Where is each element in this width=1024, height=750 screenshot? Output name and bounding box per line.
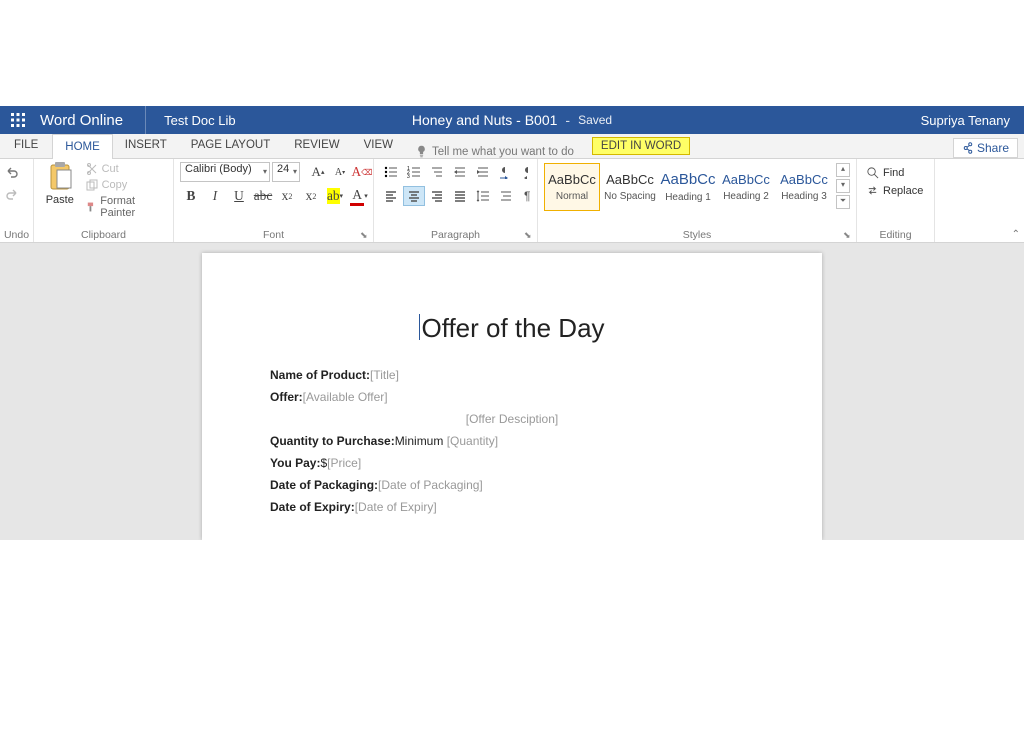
- font-name-select[interactable]: Calibri (Body)▾: [180, 162, 270, 182]
- copy-icon: [86, 179, 98, 191]
- tab-view[interactable]: VIEW: [352, 133, 405, 158]
- collapse-ribbon-button[interactable]: ⌃: [1012, 229, 1020, 240]
- paste-button[interactable]: Paste: [40, 162, 80, 206]
- style-heading3[interactable]: AaBbCcHeading 3: [776, 163, 832, 211]
- group-label-font: Font: [174, 229, 373, 241]
- document-heading[interactable]: Offer of the Day: [270, 313, 754, 344]
- undo-icon[interactable]: [4, 163, 20, 179]
- styles-up-button[interactable]: ▴: [836, 163, 850, 177]
- paintbrush-icon: [86, 201, 97, 213]
- highlight-button[interactable]: ab▾: [324, 186, 346, 206]
- share-icon: [962, 142, 974, 154]
- ribbon-tabs: FILE HOME INSERT PAGE LAYOUT REVIEW VIEW…: [0, 134, 1024, 159]
- document-title: Honey and Nuts - B001: [412, 112, 558, 128]
- decrease-indent-button[interactable]: [449, 162, 471, 182]
- group-label-paragraph: Paragraph: [374, 229, 537, 241]
- font-size-select[interactable]: 24▾: [272, 162, 300, 182]
- subscript-button[interactable]: x2: [276, 186, 298, 206]
- font-color-button[interactable]: A▾: [348, 186, 370, 206]
- share-button[interactable]: Share: [953, 138, 1018, 158]
- line-spacing-button[interactable]: [472, 186, 494, 206]
- clear-formatting-button[interactable]: A⌫: [352, 162, 372, 182]
- svg-text:3: 3: [407, 174, 410, 179]
- save-status: Saved: [578, 113, 612, 127]
- tab-home[interactable]: HOME: [52, 134, 113, 159]
- bold-button[interactable]: B: [180, 186, 202, 206]
- tab-insert[interactable]: INSERT: [113, 133, 179, 158]
- cut-button[interactable]: Cut: [84, 162, 167, 176]
- style-heading2[interactable]: AaBbCcHeading 2: [718, 163, 774, 211]
- paragraph-mark-button[interactable]: ¶: [518, 186, 540, 206]
- special-indent-button[interactable]: [495, 186, 517, 206]
- styles-dialog-launcher[interactable]: ⬊: [843, 230, 853, 240]
- italic-button[interactable]: I: [204, 186, 226, 206]
- edit-in-word-button[interactable]: EDIT IN WORD: [592, 137, 690, 155]
- scissors-icon: [86, 163, 98, 175]
- numbering-button[interactable]: 123: [403, 162, 425, 182]
- underline-button[interactable]: U: [228, 186, 250, 206]
- styles-more-button[interactable]: ⏷: [836, 195, 850, 209]
- tell-me-search[interactable]: Tell me what you want to do: [405, 145, 584, 158]
- app-brand[interactable]: Word Online: [36, 106, 146, 134]
- replace-icon: [866, 184, 879, 197]
- search-icon: [866, 166, 879, 179]
- copy-button[interactable]: Copy: [84, 178, 167, 192]
- page[interactable]: Offer of the Day Name of Product:[Title]…: [202, 253, 822, 540]
- library-name[interactable]: Test Doc Lib: [146, 113, 254, 128]
- group-label-editing: Editing: [857, 229, 934, 241]
- document-canvas[interactable]: Offer of the Day Name of Product:[Title]…: [0, 243, 1024, 540]
- style-normal[interactable]: AaBbCcNormal: [544, 163, 600, 211]
- grow-font-button[interactable]: A▴: [308, 162, 328, 182]
- justify-button[interactable]: [449, 186, 471, 206]
- align-left-button[interactable]: [380, 186, 402, 206]
- bullets-button[interactable]: [380, 162, 402, 182]
- strikethrough-button[interactable]: abc: [252, 186, 274, 206]
- ltr-button[interactable]: [495, 162, 517, 182]
- ribbon: Undo Paste Cut Copy Format Painter Clipb…: [0, 159, 1024, 243]
- svg-text:¶: ¶: [524, 189, 530, 203]
- increase-indent-button[interactable]: [472, 162, 494, 182]
- tab-page-layout[interactable]: PAGE LAYOUT: [179, 133, 282, 158]
- group-label-clipboard: Clipboard: [34, 229, 173, 241]
- group-label-styles: Styles: [538, 229, 856, 241]
- user-name[interactable]: Supriya Tenany: [921, 113, 1024, 128]
- rtl-button[interactable]: [518, 162, 540, 182]
- tab-file[interactable]: FILE: [0, 133, 52, 158]
- superscript-button[interactable]: x2: [300, 186, 322, 206]
- align-right-button[interactable]: [426, 186, 448, 206]
- find-button[interactable]: Find: [863, 165, 907, 180]
- styles-down-button[interactable]: ▾: [836, 179, 850, 193]
- align-center-button[interactable]: [403, 186, 425, 206]
- font-dialog-launcher[interactable]: ⬊: [360, 230, 370, 240]
- redo-icon[interactable]: [4, 185, 20, 201]
- format-painter-button[interactable]: Format Painter: [84, 194, 167, 220]
- lightbulb-icon: [415, 145, 428, 158]
- title-bar: Word Online Test Doc Lib Honey and Nuts …: [0, 106, 1024, 134]
- tab-review[interactable]: REVIEW: [282, 133, 351, 158]
- app-launcher-icon[interactable]: [0, 106, 36, 134]
- shrink-font-button[interactable]: A▾: [330, 162, 350, 182]
- replace-button[interactable]: Replace: [863, 183, 926, 198]
- paragraph-dialog-launcher[interactable]: ⬊: [524, 230, 534, 240]
- group-label-undo: Undo: [0, 229, 33, 241]
- style-no-spacing[interactable]: AaBbCcNo Spacing: [602, 163, 658, 211]
- multilevel-list-button[interactable]: [426, 162, 448, 182]
- style-heading1[interactable]: AaBbCcHeading 1: [660, 163, 716, 211]
